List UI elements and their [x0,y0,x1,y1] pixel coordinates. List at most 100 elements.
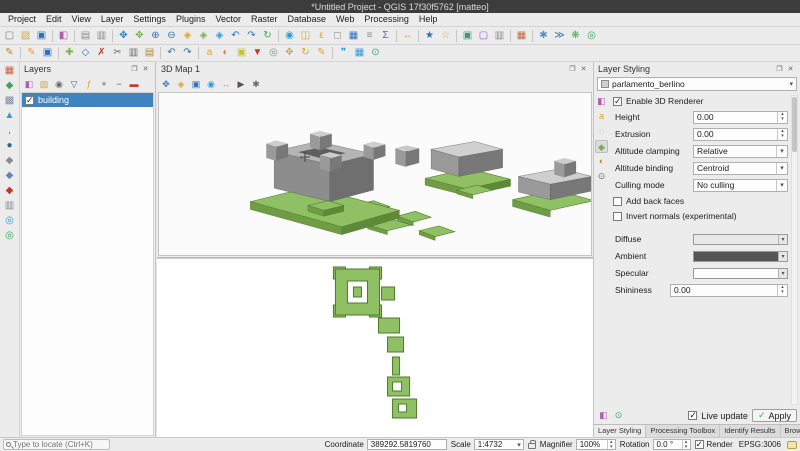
invert-normals-checkbox[interactable] [613,212,622,221]
layout-manager-icon[interactable]: ▥ [94,29,109,43]
menu-item-vector[interactable]: Vector [210,13,246,26]
messages-icon[interactable] [787,441,797,449]
undock-panel-icon[interactable]: ❐ [774,63,785,76]
render-checkbox[interactable] [695,440,704,449]
altitude-clamping-combo[interactable]: Relative ▾ [693,145,788,158]
locate-search[interactable] [3,439,110,450]
identify-features-icon[interactable]: ◉ [282,29,297,43]
refresh-map-icon[interactable]: ↻ [260,29,275,43]
masks-tab-icon[interactable]: ◌ [595,125,608,138]
menu-item-database[interactable]: Database [283,13,332,26]
measure-3d-icon[interactable]: ↔ [219,77,233,91]
filter-by-expression-icon[interactable]: ƒ [82,77,96,91]
zoom-full-3d-icon[interactable]: ◈ [174,77,188,91]
spin-arrows-icon[interactable]: ▴▾ [777,285,787,296]
save-as-image-icon[interactable]: ▣ [189,77,203,91]
data-source-manager-icon[interactable]: ▦ [2,64,18,78]
add-wfs-layer-icon[interactable]: ◎ [2,229,18,243]
layer-diagram-icon[interactable]: ◐ [218,46,233,60]
add-wms-layer-icon[interactable]: ◎ [2,214,18,228]
menu-item-settings[interactable]: Settings [128,13,171,26]
tab-processing-toolbox[interactable]: Processing Toolbox [646,425,720,437]
culling-mode-combo[interactable]: No culling ▾ [693,179,788,192]
shininess-spinbox[interactable]: 0.00 ▴▾ [670,284,788,297]
locate-input[interactable] [13,440,107,449]
map-canvas[interactable] [157,258,593,437]
spin-arrows-icon[interactable]: ▴▾ [682,440,690,449]
add-feature-icon[interactable]: ✚ [62,46,77,60]
field-calculator-icon[interactable]: ≡ [362,29,377,43]
grass-tools-icon[interactable]: ❋ [568,29,583,43]
close-panel-icon[interactable]: ✕ [578,63,589,76]
specular-color-button[interactable]: ▾ [693,268,788,279]
new-bookmark-icon[interactable]: ★ [422,29,437,43]
menu-item-view[interactable]: View [67,13,96,26]
open-layer-styling-icon[interactable]: ◧ [22,77,36,91]
coordinate-box[interactable]: 389292.5819760 [367,439,447,450]
menu-item-project[interactable]: Project [3,13,41,26]
history-tab-icon[interactable]: ⊙ [595,170,608,183]
spin-arrows-icon[interactable]: ▴▾ [777,129,787,140]
add-oracle-layer-icon[interactable]: ◆ [2,184,18,198]
vertex-tool-icon[interactable]: ◇ [78,46,93,60]
change-label-icon[interactable]: ✎ [314,46,329,60]
height-spinbox[interactable]: 0.00 ▴▾ [693,111,788,124]
add-virtual-layer-icon[interactable]: ▥ [2,199,18,213]
new-3d-map-view-icon[interactable]: ▦ [352,46,367,60]
cut-features-icon[interactable]: ✂ [110,46,125,60]
map-tips-icon[interactable]: ❞ [336,46,351,60]
zoom-to-selection-icon[interactable]: ◈ [196,29,211,43]
close-panel-icon[interactable]: ✕ [140,63,151,76]
new-virtual-layer-icon[interactable]: ▥ [492,29,507,43]
undo-icon[interactable]: ↶ [164,46,179,60]
pin-labels-icon[interactable]: ▼ [250,46,265,60]
menu-item-plugins[interactable]: Plugins [171,13,211,26]
animations-icon[interactable]: ▶ [234,77,248,91]
rotate-label-icon[interactable]: ↻ [298,46,313,60]
add-vector-layer-icon[interactable]: ◆ [2,79,18,93]
open-project-icon[interactable]: ▨ [18,29,33,43]
menu-item-edit[interactable]: Edit [41,13,67,26]
temporal-controller-icon[interactable]: ⊙ [368,46,383,60]
data-source-manager-icon[interactable]: ▦ [514,29,529,43]
layer-visibility-checkbox[interactable] [25,96,34,105]
symbology-tab-icon[interactable]: ◧ [595,95,608,108]
manage-map-themes-icon[interactable]: ◉ [52,77,66,91]
delete-selected-icon[interactable]: ✗ [94,46,109,60]
highlight-pinned-labels-icon[interactable]: ▣ [234,46,249,60]
new-project-icon[interactable]: ▢ [2,29,17,43]
measure-icon[interactable]: ↔ [400,29,415,43]
scale-combo[interactable]: 1:4732 ▾ [474,439,524,450]
expand-all-icon[interactable]: + [97,77,111,91]
live-update-checkbox[interactable] [688,411,697,420]
pan-map-icon[interactable]: ✥ [116,29,131,43]
move-label-icon[interactable]: ✥ [282,46,297,60]
undock-panel-icon[interactable]: ❐ [567,63,578,76]
apply-button[interactable]: Apply [752,409,797,422]
add-spatialite-layer-icon[interactable]: ◆ [2,154,18,168]
layer-select-combo[interactable]: parlamento_berlino ▾ [597,77,797,91]
labels-tab-icon[interactable]: a [595,110,608,123]
zoom-full-icon[interactable]: ◈ [180,29,195,43]
processing-toolbox-icon[interactable]: ✱ [536,29,551,43]
3d-configure-icon[interactable]: ✱ [249,77,263,91]
show-hidden-labels-icon[interactable]: ◎ [266,46,281,60]
extrusion-spinbox[interactable]: 0.00 ▴▾ [693,128,788,141]
add-back-faces-checkbox[interactable] [613,197,622,206]
copy-features-icon[interactable]: ▥ [126,46,141,60]
menu-item-web[interactable]: Web [331,13,359,26]
close-panel-icon[interactable]: ✕ [785,63,796,76]
undock-panel-icon[interactable]: ❐ [129,63,140,76]
altitude-binding-combo[interactable]: Centroid ▾ [693,162,788,175]
spin-arrows-icon[interactable]: ▴▾ [777,112,787,123]
menu-item-layer[interactable]: Layer [96,13,129,26]
enable-3d-renderer-checkbox[interactable] [613,97,622,106]
filter-legend-icon[interactable]: ▽ [67,77,81,91]
menu-item-help[interactable]: Help [414,13,443,26]
add-mssql-layer-icon[interactable]: ◆ [2,169,18,183]
new-shapefile-icon[interactable]: ▢ [476,29,491,43]
menu-item-raster[interactable]: Raster [246,13,283,26]
zoom-to-layer-icon[interactable]: ◈ [212,29,227,43]
diffuse-color-button[interactable]: ▾ [693,234,788,245]
camera-control-icon[interactable]: ✥ [159,77,173,91]
